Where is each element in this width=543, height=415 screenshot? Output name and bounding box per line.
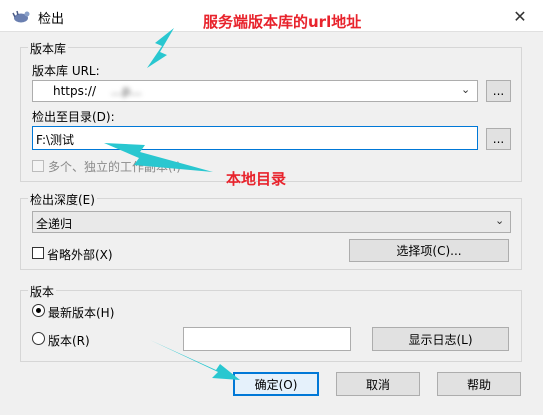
repository-url-value: https:// (53, 84, 97, 98)
repository-browse-button[interactable]: ... (486, 80, 511, 102)
help-label: 帮助 (466, 377, 491, 392)
show-log-button[interactable]: 显示日志(L) (372, 327, 509, 351)
repository-group-label: 版本库 (28, 40, 69, 57)
repository-url-redacted: ...p... (111, 84, 142, 98)
ok-button[interactable]: 确定(O) (233, 372, 319, 396)
ok-label: 确定(O) (254, 377, 298, 392)
close-button[interactable]: ✕ (500, 2, 540, 30)
browse-label: ... (492, 84, 505, 98)
window-title: 检出 (38, 12, 65, 27)
checkout-dir-browse-button[interactable]: ... (486, 128, 511, 150)
repository-url-label: 版本库 URL: (32, 64, 100, 78)
cancel-button[interactable]: 取消 (336, 372, 420, 396)
standalone-checkbox-label: 多个、独立的工作副本(I) (48, 160, 181, 174)
radio-dot (36, 308, 41, 313)
cancel-label: 取消 (365, 377, 390, 392)
revision-number-input[interactable] (183, 327, 351, 351)
standalone-checkbox[interactable] (32, 160, 44, 172)
browse-label: ... (492, 132, 505, 146)
chevron-down-icon: ⌄ (495, 214, 505, 227)
tortoise-svn-icon (12, 10, 30, 23)
close-icon: ✕ (513, 6, 527, 26)
show-log-label: 显示日志(L) (408, 332, 473, 347)
options-button[interactable]: 选择项(C)... (349, 239, 509, 262)
depth-group-label: 检出深度(E) (28, 191, 97, 208)
latest-revision-radio[interactable] (32, 304, 45, 317)
help-button[interactable]: 帮助 (437, 372, 521, 396)
omit-externals-checkbox[interactable] (32, 247, 44, 259)
annotation-local-dir: 本地目录 (226, 170, 287, 188)
repository-url-input[interactable]: https:// ...p... ⌄ (32, 80, 478, 102)
specific-revision-radio[interactable] (32, 332, 45, 345)
annotation-server-url: 服务端版本库的url地址 (203, 13, 362, 31)
chevron-down-icon[interactable]: ⌄ (461, 83, 470, 96)
options-button-label: 选择项(C)... (396, 244, 462, 258)
latest-revision-label: 最新版本(H) (48, 306, 115, 320)
specific-revision-label: 版本(R) (48, 334, 90, 348)
depth-select[interactable]: 全递归 ⌄ (32, 211, 511, 233)
checkout-dir-label: 检出至目录(D): (32, 110, 115, 124)
omit-externals-label: 省略外部(X) (47, 248, 113, 262)
checkout-dir-input[interactable]: F:\测试 (32, 126, 478, 150)
revision-group (20, 290, 522, 362)
revision-group-label: 版本 (28, 283, 57, 300)
checkout-dir-value: F:\测试 (36, 133, 75, 147)
depth-select-value: 全递归 (36, 217, 73, 231)
